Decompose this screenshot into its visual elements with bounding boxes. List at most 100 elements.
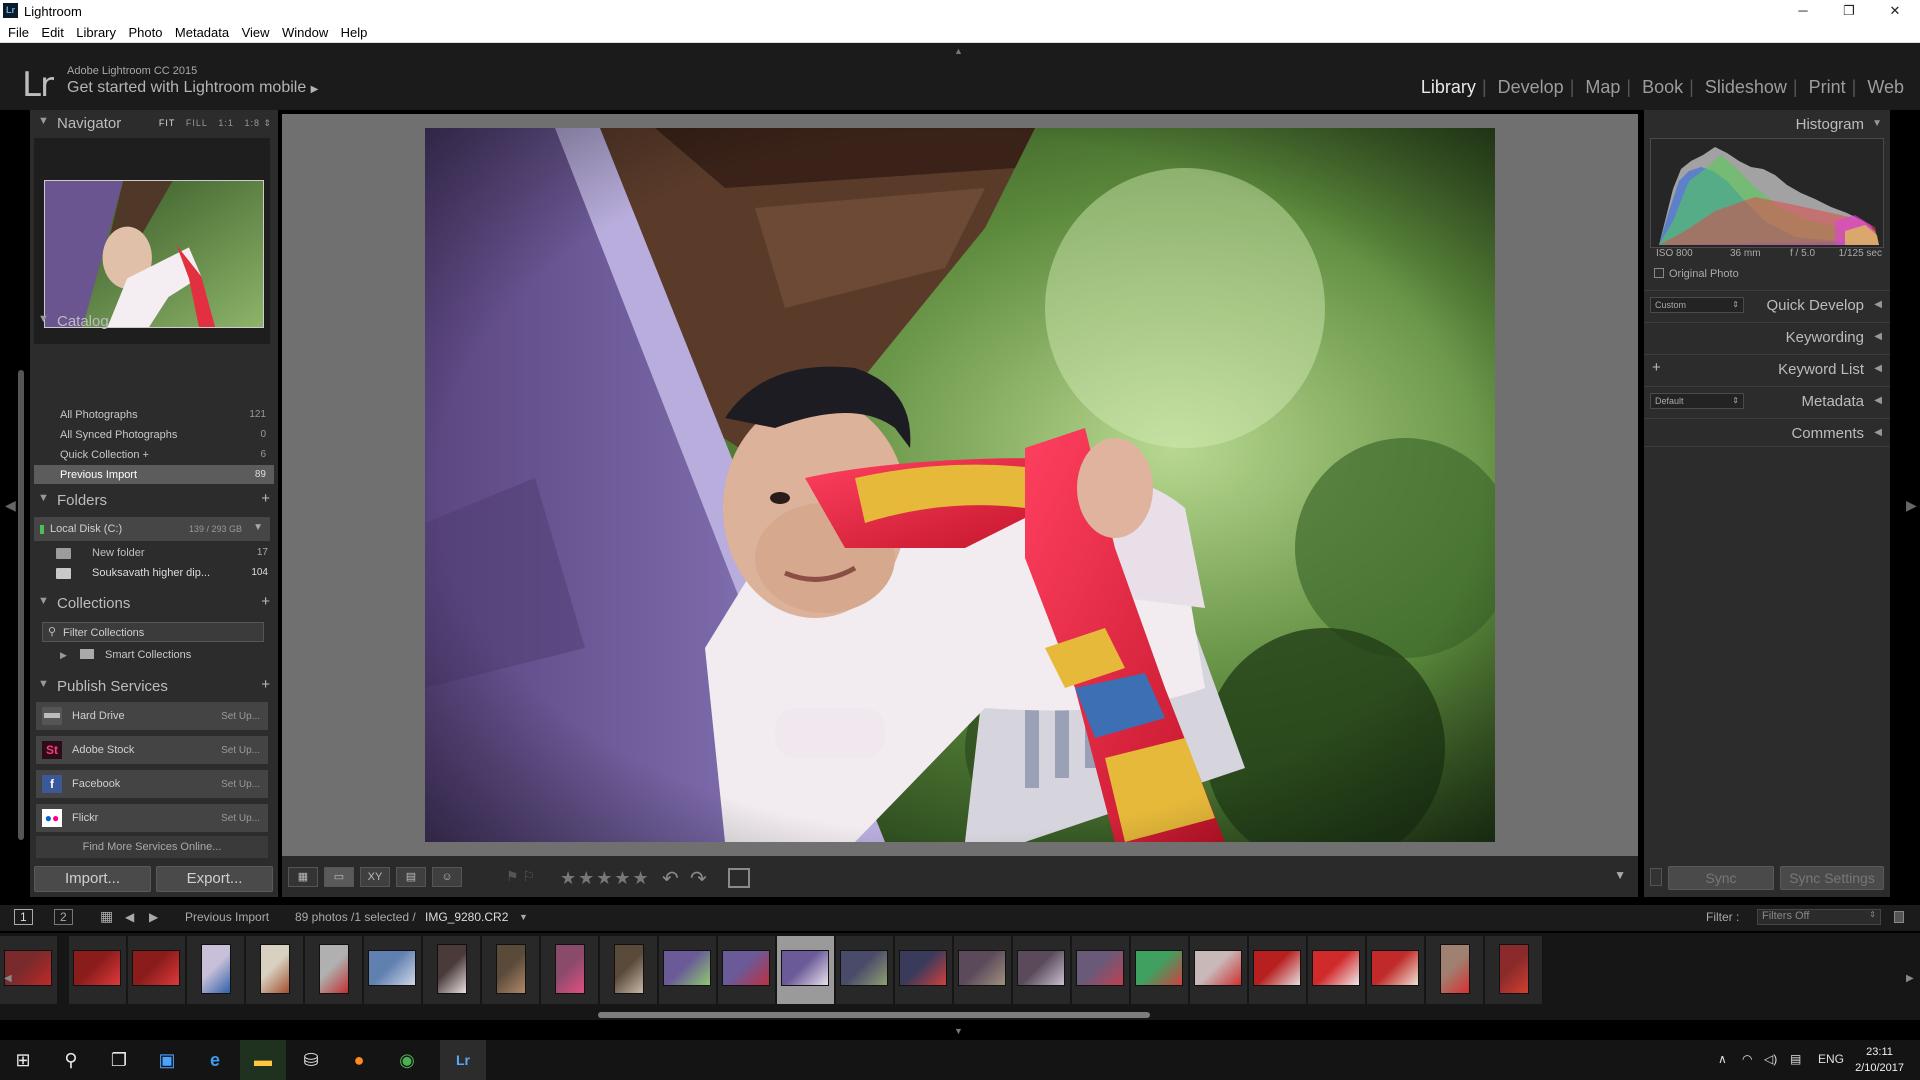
original-photo-toggle[interactable]: Original Photo [1654, 268, 1739, 280]
catalog-header[interactable]: ▼ Catalog [30, 308, 278, 335]
quick-develop-header[interactable]: Custom ⇕ Quick Develop ◀ [1644, 290, 1890, 319]
media-player-icon[interactable]: ▣ [144, 1040, 190, 1080]
filmstrip-scroll-left-icon[interactable]: ◀ [4, 973, 12, 984]
menu-help[interactable]: Help [341, 22, 368, 40]
setup-link[interactable]: Set Up... [221, 711, 260, 722]
zoom-fill[interactable]: FILL [186, 118, 208, 128]
compare-view-icon[interactable]: XY [360, 867, 390, 887]
collections-header[interactable]: ▼ Collections + [30, 590, 278, 617]
filter-collections-input[interactable]: ⚲ Filter Collections [42, 622, 264, 642]
rotate-right-icon[interactable]: ↷ [690, 866, 707, 891]
chrome-icon[interactable]: ◉ [384, 1040, 430, 1080]
filmstrip-thumbnail[interactable] [364, 936, 421, 1004]
module-slideshow[interactable]: Slideshow [1705, 77, 1787, 97]
loupe-view-icon[interactable]: ▭ [324, 867, 354, 887]
setup-link[interactable]: Set Up... [221, 745, 260, 756]
disk-dropdown-icon[interactable]: ▼ [253, 522, 263, 533]
module-book[interactable]: Book [1642, 77, 1683, 97]
add-publish-service-icon[interactable]: + [261, 676, 270, 693]
filmstrip-thumbnail[interactable] [69, 936, 126, 1004]
filmstrip-scrollbar[interactable] [598, 1012, 1150, 1018]
edge-browser-icon[interactable]: e [192, 1040, 238, 1080]
search-icon[interactable]: ⚲ [48, 1040, 94, 1080]
folders-header[interactable]: ▼ Folders + [30, 487, 278, 514]
disk-row[interactable]: Local Disk (C:) 139 / 293 GB ▼ [34, 517, 270, 541]
add-keyword-icon[interactable]: + [1652, 359, 1661, 376]
publish-service-facebook[interactable]: f Facebook Set Up... [36, 770, 268, 798]
comments-header[interactable]: Comments ◀ [1644, 418, 1890, 447]
wifi-icon[interactable]: ◠ [1742, 1052, 1752, 1066]
filmstrip-thumbnail[interactable] [246, 936, 303, 1004]
filmstrip-source[interactable]: Previous Import [185, 910, 269, 924]
filmstrip-thumbnail[interactable] [482, 936, 539, 1004]
maximize-button[interactable]: ❐ [1826, 0, 1872, 22]
saved-preset-select[interactable]: Custom ⇕ [1650, 297, 1744, 313]
filmstrip-thumbnail[interactable] [777, 936, 834, 1004]
store-icon[interactable]: ⛁ [288, 1040, 334, 1080]
catalog-item-all-synced[interactable]: All Synced Photographs 0 [34, 425, 274, 444]
publish-services-header[interactable]: ▼ Publish Services + [30, 673, 278, 700]
people-view-icon[interactable]: ☺ [432, 867, 462, 887]
secondary-window-button[interactable]: 2 [54, 909, 73, 925]
tray-up-arrow-icon[interactable]: ∧ [1718, 1052, 1727, 1066]
menu-photo[interactable]: Photo [128, 22, 162, 40]
metadata-header[interactable]: Default ⇕ Metadata ◀ [1644, 386, 1890, 415]
filmstrip-thumbnail[interactable] [423, 936, 480, 1004]
catalog-item-quick-collection[interactable]: Quick Collection + 6 [34, 445, 274, 464]
publish-service-flickr[interactable]: ●● Flickr Set Up... [36, 804, 268, 832]
import-button[interactable]: Import... [34, 866, 151, 892]
right-panel-toggle-icon[interactable]: ▶ [1906, 497, 1917, 514]
metadata-preset-select[interactable]: Default ⇕ [1650, 393, 1744, 409]
rotate-left-icon[interactable]: ↶ [662, 866, 679, 891]
publish-service-adobe-stock[interactable]: St Adobe Stock Set Up... [36, 736, 268, 764]
sync-button[interactable]: Sync [1668, 866, 1774, 890]
filmstrip-thumbnail[interactable] [1485, 936, 1542, 1004]
original-photo-checkbox[interactable] [1654, 268, 1664, 278]
folder-row[interactable]: New folder 17 [34, 543, 270, 563]
menu-library[interactable]: Library [76, 22, 116, 40]
find-more-services-button[interactable]: Find More Services Online... [36, 836, 268, 858]
zoom-fit[interactable]: FIT [159, 118, 176, 128]
setup-link[interactable]: Set Up... [221, 813, 260, 824]
flag-icon[interactable]: ⚑ ⚐ [506, 868, 535, 885]
filmstrip-thumbnail[interactable] [718, 936, 775, 1004]
filmstrip-thumbnail[interactable] [954, 936, 1011, 1004]
menu-metadata[interactable]: Metadata [175, 22, 229, 40]
setup-link[interactable]: Set Up... [221, 779, 260, 790]
crop-overlay-icon[interactable] [728, 868, 750, 888]
menu-view[interactable]: View [242, 22, 270, 40]
filmstrip-thumbnail[interactable] [1131, 936, 1188, 1004]
navigator-preview-image[interactable] [44, 180, 264, 328]
filmstrip-thumbnail[interactable] [1072, 936, 1129, 1004]
keyword-list-header[interactable]: + Keyword List ◀ [1644, 354, 1890, 383]
histogram-header[interactable]: Histogram ▼ [1644, 110, 1890, 139]
catalog-item-previous-import[interactable]: Previous Import 89 [34, 465, 274, 484]
filmstrip-thumbnail[interactable] [541, 936, 598, 1004]
folder-row[interactable]: Souksavath higher dip... 104 [34, 563, 270, 583]
filmstrip-thumbnail[interactable] [0, 936, 57, 1004]
close-button[interactable]: ✕ [1872, 0, 1918, 22]
filmstrip-scroll-right-icon[interactable]: ▶ [1906, 973, 1914, 984]
filmstrip-thumbnail[interactable] [128, 936, 185, 1004]
left-panel-toggle-icon[interactable]: ◀ [5, 497, 16, 514]
add-folder-icon[interactable]: + [261, 490, 270, 507]
smart-collections-row[interactable]: ▶ Smart Collections [60, 649, 191, 661]
add-collection-icon[interactable]: + [261, 593, 270, 610]
lightroom-taskbar-icon[interactable]: Lr [440, 1040, 486, 1080]
survey-view-icon[interactable]: ▤ [396, 867, 426, 887]
volume-icon[interactable]: ◁) [1764, 1052, 1777, 1066]
firefox-icon[interactable]: ● [336, 1040, 382, 1080]
zoom-1-8[interactable]: 1:8 [244, 118, 260, 128]
filmstrip-thumbnail[interactable] [1190, 936, 1247, 1004]
menu-file[interactable]: File [8, 22, 29, 40]
navigator-header[interactable]: ▼ Navigator FIT FILL 1:1 1:8 ⇕ [30, 110, 278, 137]
keywording-header[interactable]: Keywording ◀ [1644, 322, 1890, 351]
filter-lock-icon[interactable] [1894, 911, 1904, 923]
filmstrip-thumbnail[interactable] [1367, 936, 1424, 1004]
toolbar-content-dropdown-icon[interactable]: ▼ [1614, 868, 1626, 882]
grid-icon[interactable]: ▦ [100, 908, 113, 925]
menu-edit[interactable]: Edit [41, 22, 63, 40]
zoom-1-1[interactable]: 1:1 [218, 118, 234, 128]
filmstrip-thumbnail[interactable] [187, 936, 244, 1004]
histogram-graph[interactable] [1650, 138, 1884, 248]
